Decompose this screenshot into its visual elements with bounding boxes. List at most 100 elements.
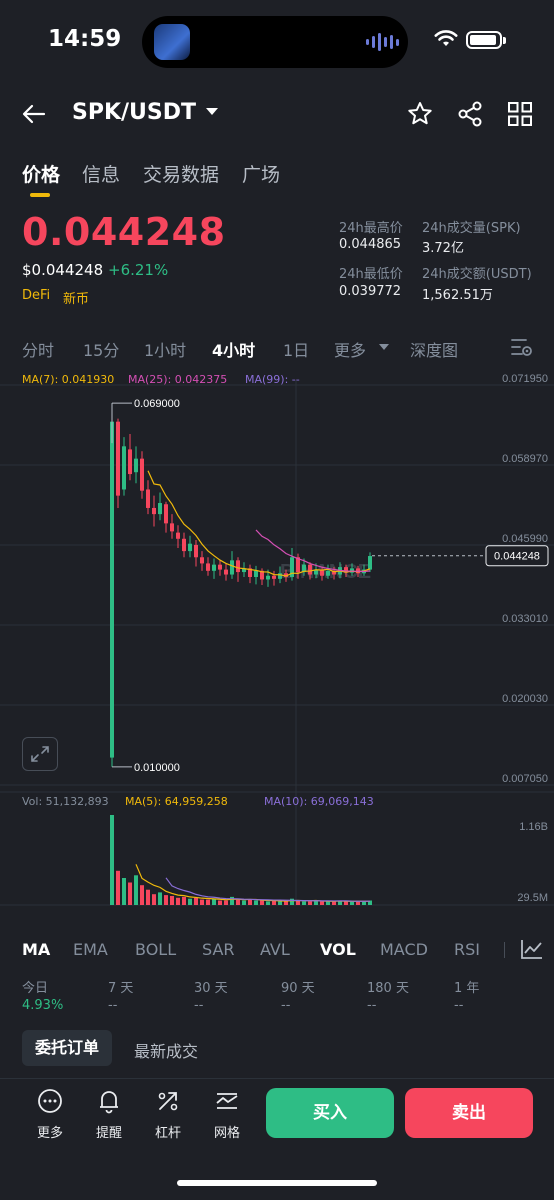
grid-menu-icon[interactable] (506, 100, 534, 128)
candle-body (110, 421, 114, 758)
candle-body (236, 560, 240, 573)
turnover-value: 1,562.51万 (422, 288, 493, 303)
interval-timeline[interactable]: 分时 (22, 337, 54, 361)
volume-bar (356, 901, 360, 905)
candle-body (128, 449, 132, 475)
perf-value-1y: -- (454, 998, 464, 1013)
interval-15m[interactable]: 15分 (83, 337, 119, 361)
more-caret-icon[interactable] (379, 344, 389, 350)
expand-chart-button[interactable] (22, 737, 58, 771)
volume-bar (110, 815, 114, 905)
indicator-vol[interactable]: VOL (320, 940, 356, 959)
low-marker-label: 0.010000 (134, 762, 180, 774)
perf-value-180d: -- (367, 998, 377, 1013)
star-icon[interactable] (406, 100, 434, 128)
candle-body (230, 560, 234, 575)
interval-1h[interactable]: 1小时 (144, 337, 186, 361)
leverage-label: 杠杆 (154, 1126, 181, 1141)
back-arrow-icon[interactable] (20, 100, 48, 128)
alert-button[interactable]: 提醒 (84, 1088, 134, 1141)
indicator-boll[interactable]: BOLL (135, 940, 176, 959)
candle-body (146, 489, 150, 508)
indicator-macd[interactable]: MACD (380, 940, 428, 959)
volume-bar (194, 897, 198, 905)
more-button[interactable]: 更多 (25, 1088, 75, 1141)
high-label: 24h最高价 (339, 221, 403, 236)
tab-open-orders[interactable]: 委托订单 (22, 1030, 112, 1066)
bell-icon (100, 1091, 118, 1114)
interval-1d[interactable]: 1日 (283, 337, 309, 361)
candle-body (368, 556, 372, 570)
volume-tick-label: 29.5M (517, 892, 548, 904)
grid-button[interactable]: 网格 (202, 1088, 252, 1141)
indicator-ma[interactable]: MA (22, 940, 50, 959)
alert-label: 提醒 (95, 1126, 122, 1141)
grid-trading-icon (216, 1093, 238, 1109)
y-tick-label: 0.071950 (502, 373, 548, 385)
volume-legend: Vol: 51,132,893 (22, 795, 109, 808)
volume-bar (158, 892, 162, 905)
tab-latest-trades[interactable]: 最新成交 (134, 1038, 198, 1062)
perf-value-30d: -- (194, 998, 204, 1013)
tab-square[interactable]: 广场 (242, 160, 280, 187)
indicator-avl[interactable]: AVL (260, 940, 290, 959)
volume-bar (302, 901, 306, 905)
candle-body (272, 575, 276, 579)
candle-body (122, 446, 126, 490)
tab-info[interactable]: 信息 (82, 160, 120, 187)
volume-ma5-legend: MA(5): 64,959,258 (125, 795, 228, 808)
volume-bar (284, 901, 288, 905)
turnover-label: 24h成交额(USDT) (422, 267, 532, 282)
volume-bar (224, 900, 228, 905)
grid-label: 网格 (213, 1126, 240, 1141)
indicator-rsi[interactable]: RSI (454, 940, 480, 959)
indicator-sar[interactable]: SAR (202, 940, 235, 959)
chart-settings-icon[interactable] (510, 336, 534, 358)
tag-defi[interactable]: DeFi (22, 288, 50, 303)
pair-title[interactable]: SPK/USDT (72, 100, 196, 125)
usd-price: $0.044248 (22, 261, 104, 279)
interval-more[interactable]: 更多 (334, 337, 366, 361)
volume-ma10-legend: MA(10): 69,069,143 (264, 795, 374, 808)
indicator-ema[interactable]: EMA (73, 940, 108, 959)
candlestick-chart[interactable]: BINANCE 0.0719500.0589700.0459900.033010… (0, 368, 554, 908)
y-tick-label: 0.020030 (502, 693, 548, 705)
buy-button[interactable]: 买入 (266, 1088, 394, 1138)
sell-button[interactable]: 卖出 (405, 1088, 533, 1138)
volume-bar (242, 900, 246, 905)
candle-body (212, 564, 216, 571)
tag-new-coin[interactable]: 新币 (63, 288, 89, 307)
volume-label: 24h成交量(SPK) (422, 221, 521, 236)
interval-4h[interactable]: 4小时 (212, 337, 255, 361)
high-marker-label: 0.069000 (134, 398, 180, 410)
volume-bar (350, 901, 354, 905)
candle-body (140, 458, 144, 491)
more-dots-icon (38, 1089, 62, 1113)
tab-price[interactable]: 价格 (22, 160, 60, 187)
indicator-settings-icon[interactable] (520, 938, 544, 960)
audio-wave-icon (366, 32, 399, 52)
share-icon[interactable] (456, 100, 484, 128)
leverage-icon (158, 1092, 178, 1111)
chart-grid (0, 380, 554, 906)
volume-tick-label: 1.16B (519, 821, 548, 833)
low-value: 0.039772 (339, 284, 402, 299)
volume-bar (320, 901, 324, 905)
volume-bar (140, 885, 144, 905)
candle-body (170, 523, 174, 532)
leverage-button[interactable]: 杠杆 (143, 1088, 193, 1141)
tab-trading-data[interactable]: 交易数据 (143, 160, 219, 187)
volume-bar (290, 898, 294, 905)
volume-bar (188, 898, 192, 905)
pair-dropdown-icon[interactable] (206, 108, 218, 115)
home-indicator (177, 1180, 377, 1186)
volume-bar (134, 875, 138, 905)
interval-depth[interactable]: 深度图 (410, 337, 458, 361)
perf-label-30d: 30 天 (194, 981, 228, 996)
y-tick-label: 0.058970 (502, 453, 548, 465)
high-value: 0.044865 (339, 237, 402, 252)
wifi-icon (434, 30, 458, 46)
candle-body (188, 543, 192, 552)
perf-label-today: 今日 (22, 981, 49, 996)
candle-body (152, 507, 156, 515)
